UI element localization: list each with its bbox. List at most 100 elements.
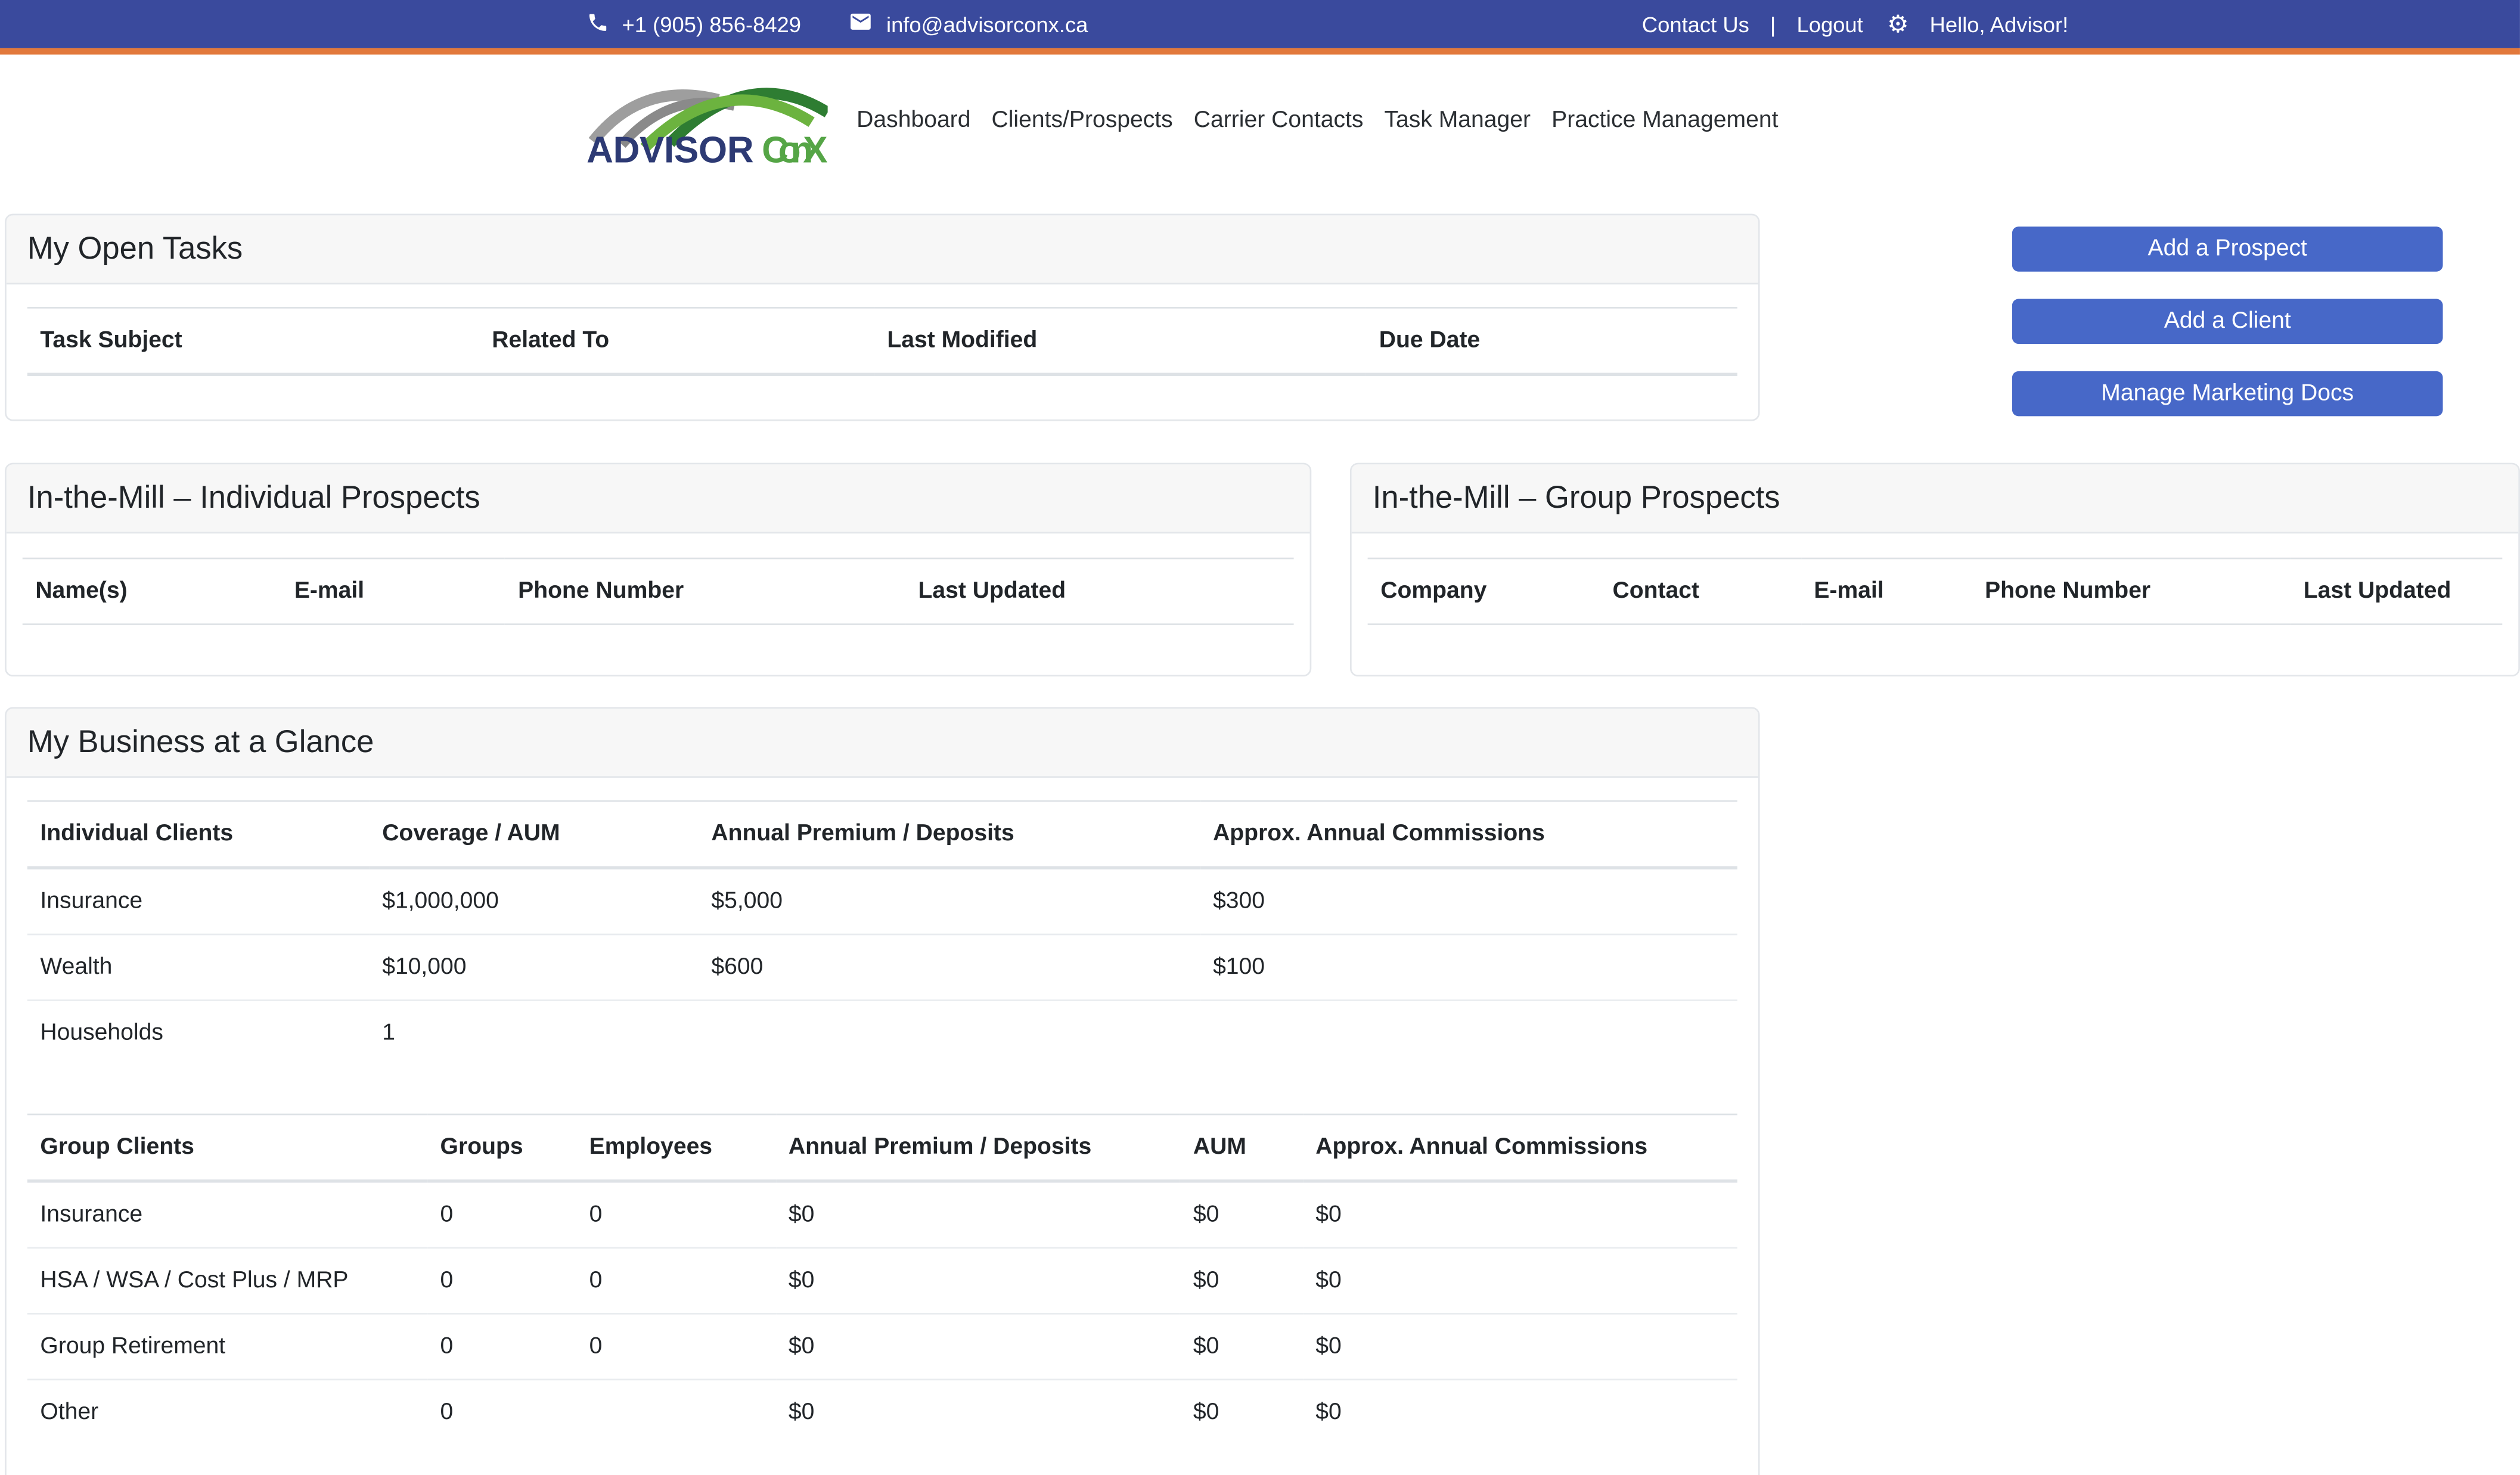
empty-row <box>27 374 1737 402</box>
open-tasks-title: My Open Tasks <box>6 215 1758 285</box>
cell-value: $300 <box>1213 889 1265 915</box>
cell-value <box>1200 999 1737 1066</box>
cell-value: $0 <box>1180 1312 1303 1380</box>
row-label: Insurance <box>40 1201 143 1228</box>
column-header: Name(s) <box>22 557 282 625</box>
greeting-text: Hello, Advisor! <box>1929 12 2069 36</box>
cell-value: $0 <box>1180 1378 1303 1445</box>
column-header: Employees <box>576 1113 776 1183</box>
open-tasks-table: Task Subject Related To Last Modified Du… <box>27 307 1737 402</box>
cell-value: $0 <box>1302 1378 1737 1445</box>
header-row: Task Subject Related To Last Modified Du… <box>27 307 1737 376</box>
row-label: Insurance <box>40 889 143 915</box>
envelope-icon <box>849 10 873 39</box>
table-row: Group Retirement 0 0 $0 $0 $0 <box>27 1312 1737 1380</box>
cell-value: $0 <box>788 1201 815 1228</box>
cell-value <box>576 1378 776 1445</box>
header-row: Individual Clients Coverage / AUM Annual… <box>27 800 1737 870</box>
column-header: E-mail <box>281 557 505 625</box>
cell-value: $10,000 <box>369 933 699 1001</box>
table-row: Households 1 <box>27 999 1737 1066</box>
table-row: Wealth $10,000 $600 $100 <box>27 933 1737 1001</box>
group-prospects-title: In-the-Mill – Group Prospects <box>1351 464 2519 534</box>
business-glance-title: My Business at a Glance <box>6 709 1758 778</box>
row-label: Group Retirement <box>27 1312 427 1380</box>
cell-value: 1 <box>369 999 699 1066</box>
cell-value: 0 <box>427 1378 577 1445</box>
row-label: HSA / WSA / Cost Plus / MRP <box>27 1247 427 1314</box>
column-header: Related To <box>479 307 874 376</box>
column-header: Coverage / AUM <box>369 800 699 870</box>
cell-value: $600 <box>698 933 1200 1001</box>
individual-prospects-table: Name(s) E-mail Phone Number Last Updated <box>22 557 1294 625</box>
nav-item-carrier-contacts[interactable]: Carrier Contacts <box>1194 107 1364 132</box>
header-row: Company Contact E-mail Phone Number Last… <box>1367 557 2503 625</box>
cell-value: $0 <box>1180 1247 1303 1314</box>
individual-clients-table: Individual Clients Coverage / AUM Annual… <box>27 800 1737 1066</box>
contact-us-link[interactable]: Contact Us <box>1642 12 1749 36</box>
column-header: Approx. Annual Commissions <box>1200 800 1737 870</box>
cell-value: $0 <box>1302 1312 1737 1380</box>
add-client-button[interactable]: Add a Client <box>2012 299 2443 344</box>
column-header: Last Updated <box>905 557 1294 625</box>
brand-name-secondary: ConX <box>762 129 828 170</box>
cell-value: 0 <box>427 1247 577 1314</box>
open-tasks-card: My Open Tasks Task Subject Related To La… <box>5 213 1760 421</box>
header-row: Group Clients Groups Employees Annual Pr… <box>27 1113 1737 1183</box>
column-header: Group Clients <box>27 1113 427 1183</box>
column-header: Groups <box>427 1113 577 1183</box>
column-header: AUM <box>1180 1113 1303 1183</box>
cell-value: $0 <box>775 1378 1181 1445</box>
nav-item-dashboard[interactable]: Dashboard <box>856 107 970 132</box>
accent-bar <box>0 48 2520 55</box>
manage-marketing-docs-button[interactable]: Manage Marketing Docs <box>2012 371 2443 417</box>
add-prospect-button[interactable]: Add a Prospect <box>2012 226 2443 272</box>
column-header: Task Subject <box>27 307 479 376</box>
cell-value: $1,000,000 <box>382 889 499 915</box>
topbar-divider: | <box>1770 12 1776 36</box>
main-nav: Dashboard Clients/Prospects Carrier Cont… <box>856 55 1778 185</box>
cell-value: $0 <box>1315 1201 1342 1228</box>
nav-item-clients-prospects[interactable]: Clients/Prospects <box>992 107 1173 132</box>
table-row: Other 0 $0 $0 $0 <box>27 1378 1737 1445</box>
column-header: Approx. Annual Commissions <box>1302 1113 1737 1183</box>
group-prospects-card: In-the-Mill – Group Prospects Company Co… <box>1349 462 2520 677</box>
topbar-user-group: Contact Us | Logout ⚙ Hello, Advisor! <box>1642 0 2068 48</box>
phone-link[interactable]: +1 (905) 856-8429 <box>586 11 801 38</box>
cell-value: 0 <box>576 1247 776 1314</box>
group-prospects-table: Company Contact E-mail Phone Number Last… <box>1367 557 2503 625</box>
row-label: Other <box>27 1378 427 1445</box>
cell-value: 0 <box>576 1312 776 1380</box>
email-address: info@advisorconx.ca <box>886 12 1088 36</box>
phone-number: +1 (905) 856-8429 <box>622 12 802 36</box>
column-header: Contact <box>1599 557 1801 625</box>
table-row: Insurance $1,000,000 $5,000 $300 <box>27 868 1737 934</box>
cell-value: $100 <box>1200 933 1737 1001</box>
logout-link[interactable]: Logout <box>1796 12 1863 36</box>
nav-item-task-manager[interactable]: Task Manager <box>1384 107 1531 132</box>
topbar: +1 (905) 856-8429 info@advisorconx.ca Co… <box>0 0 2520 48</box>
phone-icon <box>586 11 609 38</box>
individual-prospects-card: In-the-Mill – Individual Prospects Name(… <box>5 462 1312 677</box>
header-row: Name(s) E-mail Phone Number Last Updated <box>22 557 1294 625</box>
row-label: Wealth <box>27 933 370 1001</box>
cell-value: 0 <box>589 1201 603 1228</box>
individual-prospects-title: In-the-Mill – Individual Prospects <box>6 464 1310 534</box>
cell-value: 0 <box>440 1201 454 1228</box>
column-header: Phone Number <box>1972 557 2291 625</box>
column-header: Individual Clients <box>27 800 370 870</box>
page: +1 (905) 856-8429 info@advisorconx.ca Co… <box>0 0 2520 1475</box>
cell-value: $0 <box>1193 1201 1219 1228</box>
email-link[interactable]: info@advisorconx.ca <box>849 10 1088 39</box>
column-header: Company <box>1367 557 1600 625</box>
column-header: Annual Premium / Deposits <box>698 800 1200 870</box>
column-header: Annual Premium / Deposits <box>775 1113 1181 1183</box>
group-clients-table: Group Clients Groups Employees Annual Pr… <box>27 1113 1737 1445</box>
cell-value: $0 <box>1302 1247 1737 1314</box>
nav-item-practice-management[interactable]: Practice Management <box>1551 107 1778 132</box>
logo[interactable]: ADVISOR ConX <box>586 66 831 180</box>
gear-icon[interactable]: ⚙ <box>1887 12 1908 36</box>
cell-value <box>698 999 1200 1066</box>
main-header: ADVISOR ConX Dashboard Clients/Prospects… <box>0 54 2520 185</box>
topbar-contact-group: +1 (905) 856-8429 info@advisorconx.ca <box>586 0 1088 48</box>
